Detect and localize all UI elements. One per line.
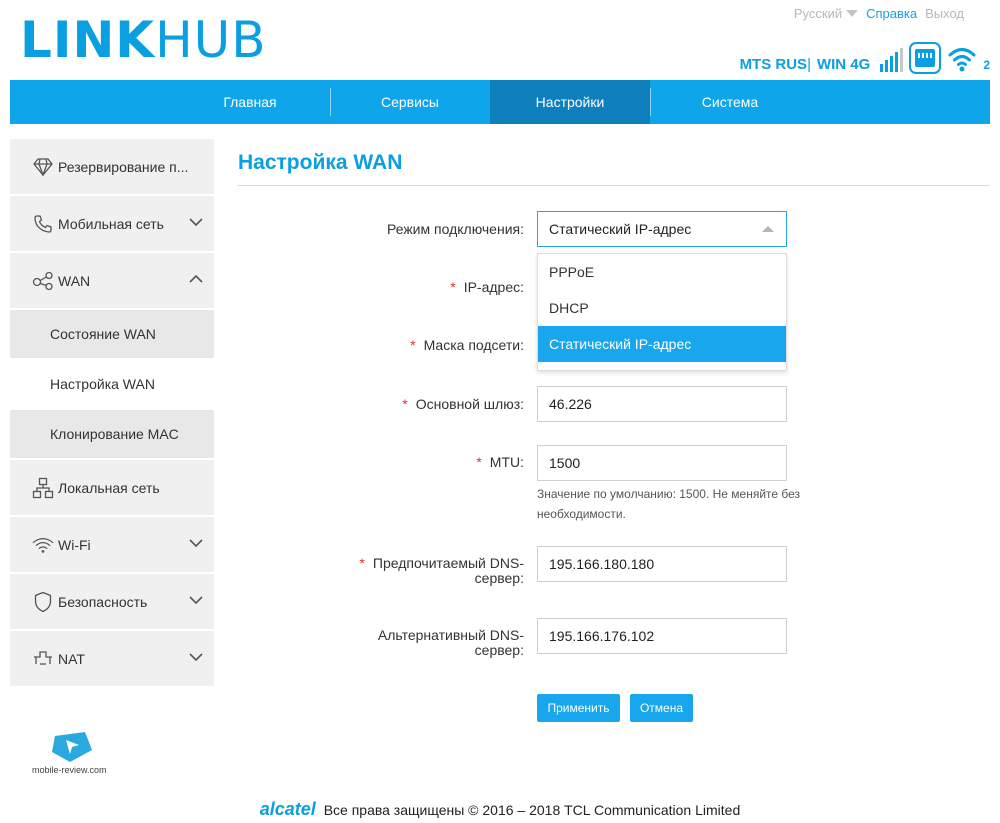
tab-services[interactable]: Сервисы — [330, 80, 490, 124]
mode-label: Режим подключения: — [386, 221, 524, 237]
dropdown-option-pppoe[interactable]: PPPoE — [538, 254, 786, 290]
dns2-label-line1: Альтернативный DNS- — [377, 627, 524, 643]
signal-strength-icon — [880, 46, 904, 72]
sidebar-item-nat[interactable]: NAT — [10, 631, 214, 686]
sidebar-subitem-wan-settings[interactable]: Настройка WAN — [10, 360, 214, 408]
network-nodes-icon — [32, 270, 54, 292]
language-label: Русский — [793, 6, 843, 21]
mtu-label: * MTU: — [476, 455, 524, 470]
linkhub-logo: LINKHUB — [20, 14, 267, 66]
sidebar-subitem-wan-status[interactable]: Состояние WAN — [10, 310, 214, 358]
required-asterisk: * — [410, 337, 416, 353]
chevron-down-icon — [188, 592, 204, 608]
mtu-hint: Значение по умолчанию: 1500. Не меняйте … — [537, 487, 801, 521]
sidebar-item-security[interactable]: Безопасность — [10, 574, 214, 629]
alcatel-logo: alcatel — [259, 799, 316, 819]
sidebar-item-wan[interactable]: WAN — [10, 253, 214, 308]
help-link[interactable]: Справка — [866, 6, 917, 21]
dns1-label-line2: сервер: — [474, 570, 524, 586]
gateway-input[interactable]: 46.226 — [537, 386, 787, 422]
lan-icon — [32, 477, 54, 499]
chevron-down-icon — [188, 649, 204, 665]
caret-up-icon — [762, 226, 774, 232]
sidebar-item-label: Мобильная сеть — [58, 215, 164, 232]
diamond-icon — [32, 156, 54, 178]
ip-label-text: IP-адрес: — [463, 279, 524, 295]
sidebar-item-label: WAN — [58, 272, 91, 289]
sidebar-item-wifi[interactable]: Wi-Fi — [10, 517, 214, 572]
tab-settings[interactable]: Настройки — [490, 80, 650, 124]
sidebar-item-lan[interactable]: Локальная сеть — [10, 460, 214, 515]
wifi-client-count: 2 — [983, 58, 990, 72]
sidebar-item-backup[interactable]: Резервирование п... — [10, 139, 214, 194]
connection-mode-value: Статический IP-адрес — [549, 221, 692, 237]
mask-label-text: Маска подсети: — [423, 337, 524, 353]
sidebar: Резервирование п... Мобильная сеть WAN С… — [10, 139, 214, 688]
tab-system[interactable]: Система — [650, 80, 810, 124]
top-links: Русский Справка Выход — [794, 6, 964, 21]
watermark-icon — [52, 732, 92, 762]
logout-link[interactable]: Выход — [925, 6, 964, 21]
dns1-label: * Предпочитаемый DNS-сервер: — [359, 556, 524, 586]
tab-home[interactable]: Главная — [170, 80, 330, 124]
dns1-input[interactable]: 195.166.180.180 — [537, 546, 787, 582]
connection-mode-dropdown: PPPoE DHCP Статический IP-адрес — [537, 253, 787, 371]
copyright-text: Все права защищены © 2016 – 2018 TCL Com… — [323, 802, 741, 818]
page-title: Настройка WAN — [238, 151, 403, 174]
sidebar-item-label: Безопасность — [58, 593, 148, 610]
sidebar-item-mobile-network[interactable]: Мобильная сеть — [10, 196, 214, 251]
watermark-text: mobile-review.com — [32, 765, 107, 775]
shield-icon — [32, 591, 54, 613]
cancel-button[interactable]: Отмена — [630, 694, 693, 722]
dns2-label: Альтернативный DNS-сервер: — [378, 628, 524, 658]
wifi-icon — [32, 534, 54, 556]
apply-button[interactable]: Применить — [537, 694, 620, 722]
sidebar-item-label: NAT — [58, 650, 85, 667]
chevron-up-icon — [188, 271, 204, 287]
chevron-down-icon — [188, 535, 204, 551]
required-asterisk: * — [450, 279, 456, 295]
ip-label: * IP-адрес: — [450, 280, 524, 295]
language-selector[interactable]: Русский — [793, 6, 859, 21]
caret-down-icon — [846, 10, 859, 17]
nat-icon — [32, 648, 54, 670]
status-bar: MTS RUS| WIN 4G 2 — [740, 42, 990, 74]
gateway-label-text: Основной шлюз: — [415, 396, 524, 412]
sidebar-item-label: Локальная сеть — [58, 479, 160, 496]
gateway-label: * Основной шлюз: — [402, 397, 524, 412]
footer: alcatel Все права защищены © 2016 – 2018… — [0, 799, 1000, 820]
operator-separator: | — [807, 55, 811, 73]
sidebar-subitem-mac-clone[interactable]: Клонирование MAC — [10, 410, 214, 458]
wifi-status-icon — [947, 43, 977, 73]
operator-label: MTS RUS — [739, 55, 808, 73]
mtu-label-text: MTU: — [489, 454, 524, 470]
phone-icon — [32, 213, 54, 235]
title-divider — [238, 185, 990, 186]
mask-label: * Маска подсети: — [410, 338, 524, 353]
mtu-input[interactable]: 1500 — [537, 445, 787, 481]
watermark-logo: mobile-review.com — [30, 728, 110, 778]
required-asterisk: * — [359, 555, 365, 571]
required-asterisk: * — [476, 454, 482, 470]
ethernet-icon — [909, 42, 942, 74]
logo-link-text: LINK — [20, 11, 156, 69]
sidebar-item-label: Резервирование п... — [58, 158, 189, 175]
chevron-down-icon — [188, 214, 204, 230]
operator-name: MTS RUS| — [740, 56, 811, 73]
logo-hub-text: HUB — [155, 11, 267, 69]
dropdown-option-static-ip[interactable]: Статический IP-адрес — [538, 326, 786, 362]
main-nav: Главная Сервисы Настройки Система — [10, 80, 990, 124]
dns2-label-line2: сервер: — [474, 642, 524, 658]
connection-mode-select[interactable]: Статический IP-адрес — [537, 211, 787, 247]
sidebar-item-label: Wi-Fi — [58, 536, 91, 553]
dns2-input[interactable]: 195.166.176.102 — [537, 618, 787, 654]
dropdown-option-dhcp[interactable]: DHCP — [538, 290, 786, 326]
network-type: WIN 4G — [816, 55, 871, 73]
dns1-label-line1: Предпочитаемый DNS- — [372, 555, 524, 571]
required-asterisk: * — [402, 396, 408, 412]
